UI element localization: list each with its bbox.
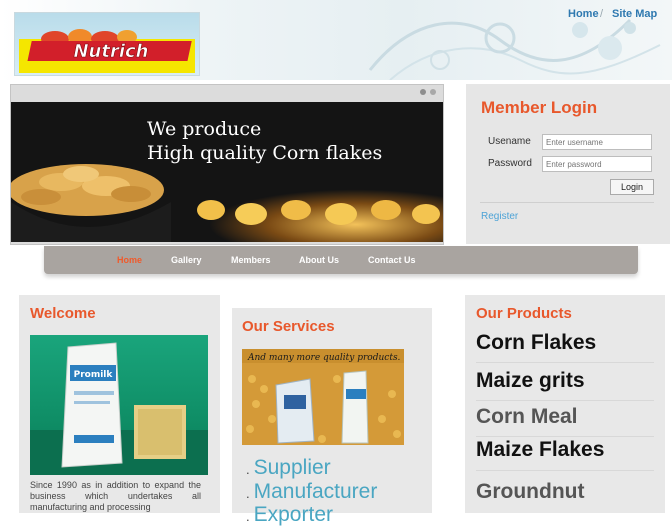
nav-item-about-us[interactable]: About Us: [299, 255, 339, 265]
nav-item-home[interactable]: Home: [117, 255, 142, 265]
product-corn-flakes[interactable]: Corn Flakes: [476, 331, 596, 355]
service-item-manufacturer: . Manufacturer: [246, 480, 378, 503]
logo-text: Nutrich: [73, 41, 148, 62]
password-input[interactable]: [542, 156, 652, 172]
service-item-label: Manufacturer: [253, 480, 378, 503]
nav-item-gallery[interactable]: Gallery: [171, 255, 202, 265]
register-link[interactable]: Register: [481, 211, 518, 222]
services-title: Our Services: [242, 318, 335, 335]
top-link-sitemap[interactable]: Site Map: [612, 8, 657, 20]
services-image-caption: And many more quality products.: [247, 353, 401, 363]
slider-headline-2: High quality Corn flakes: [147, 142, 383, 164]
service-item-label: Supplier: [253, 456, 331, 479]
password-label: Password: [488, 158, 532, 169]
service-item-label: Exporter: [253, 503, 333, 526]
slider-image: We produce High quality Corn flakes: [11, 102, 443, 242]
header: Nutrich Home / Site Map: [0, 0, 672, 80]
product-groundnut[interactable]: Groundnut: [476, 480, 584, 504]
username-input[interactable]: [542, 134, 652, 150]
username-label: Usename: [488, 136, 531, 147]
services-image: And many more quality products.: [242, 349, 404, 445]
login-title: Member Login: [481, 98, 598, 117]
logo[interactable]: Nutrich: [14, 12, 200, 76]
maize-products-image: And many more quality products.: [242, 349, 404, 445]
bag-brand-text: Promilk: [74, 370, 114, 380]
product-divider: [476, 436, 654, 437]
products-title: Our Products: [476, 305, 572, 322]
top-link-separator: /: [600, 8, 604, 20]
welcome-image: Promilk: [30, 335, 208, 475]
nav-item-members[interactable]: Members: [231, 255, 271, 265]
product-divider: [476, 362, 654, 363]
slider-dot-1[interactable]: [420, 89, 426, 95]
slider-dot-2[interactable]: [430, 89, 436, 95]
product-corn-meal[interactable]: Corn Meal: [476, 405, 578, 429]
maize-bag-image: Promilk: [30, 342, 208, 475]
product-maize-grits[interactable]: Maize grits: [476, 369, 585, 393]
welcome-text: Since 1990 as in addition to expand the …: [30, 480, 201, 512]
slider-headline-1: We produce: [147, 118, 262, 140]
product-maize-flakes[interactable]: Maize Flakes: [476, 438, 604, 462]
service-item-exporter: . Exporter: [246, 503, 333, 526]
product-divider: [476, 400, 654, 401]
product-divider: [476, 470, 654, 471]
top-link-home[interactable]: Home: [568, 8, 599, 20]
nav-item-contact-us[interactable]: Contact Us: [368, 255, 416, 265]
service-item-supplier: . Supplier: [246, 456, 331, 479]
login-button[interactable]: Login: [610, 179, 654, 195]
logo-wordmark: Nutrich: [27, 41, 192, 62]
welcome-title: Welcome: [30, 305, 96, 322]
login-divider: [480, 202, 654, 203]
